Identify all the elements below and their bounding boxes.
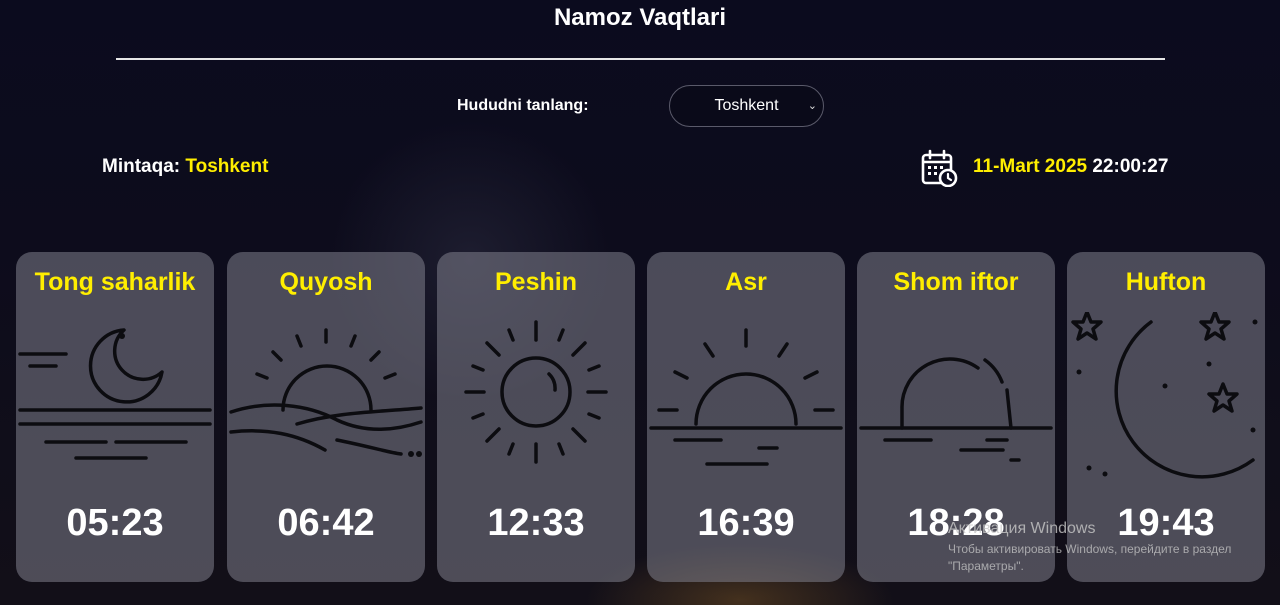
sunrise-icon <box>229 328 423 457</box>
watermark-line: "Параметры". <box>948 559 1024 573</box>
prayer-time: 12:33 <box>487 502 585 544</box>
calendar-clock-icon <box>921 149 958 187</box>
sun-icon <box>464 320 608 464</box>
current-datetime: 11-Mart 2025 22:00:27 <box>973 156 1168 178</box>
prayer-time: 16:39 <box>697 502 795 544</box>
current-time: 22:00:27 <box>1092 156 1169 177</box>
prayer-name: Hufton <box>1125 268 1207 296</box>
region-info-label: Mintaqa: <box>102 156 181 177</box>
crescent-stars-icon <box>1071 312 1258 479</box>
chevron-down-icon: ⌄ <box>807 100 817 112</box>
half-sun-icon <box>649 328 843 466</box>
prayer-card-peshin: Peshin 12:33 <box>437 252 635 582</box>
prayer-name: Quyosh <box>279 268 373 296</box>
current-date: 11-Mart 2025 <box>973 156 1088 177</box>
prayer-card-quyosh: Quyosh 06:42 <box>227 252 425 582</box>
title-divider <box>116 58 1165 60</box>
region-label: Hududni tanlang: <box>457 97 589 114</box>
sunset-icon <box>859 357 1053 462</box>
watermark-title: Активация Windows <box>948 520 1096 537</box>
prayer-name: Tong saharlik <box>34 268 196 296</box>
region-select-value: Toshkent <box>714 97 779 114</box>
page-title: Namoz Vaqtlari <box>553 4 727 31</box>
region-select[interactable]: Toshkent ⌄ <box>669 85 824 127</box>
region-info: Mintaqa: Toshkent <box>102 156 268 178</box>
prayer-card-tong-saharlik: Tong saharlik 05:23 <box>16 252 214 582</box>
prayer-name: Peshin <box>495 268 577 296</box>
windows-activation-watermark: Активация Windows Чтобы активировать Win… <box>948 520 1231 575</box>
prayer-card-asr: Asr 16:39 <box>647 252 845 582</box>
prayer-name: Shom iftor <box>893 268 1019 296</box>
prayer-name: Asr <box>725 268 767 296</box>
moon-setting-icon <box>18 328 212 460</box>
watermark-line: Чтобы активировать Windows, перейдите в … <box>948 542 1232 556</box>
region-info-value: Toshkent <box>185 156 269 177</box>
prayer-time: 06:42 <box>277 502 375 544</box>
prayer-time: 05:23 <box>66 502 164 544</box>
